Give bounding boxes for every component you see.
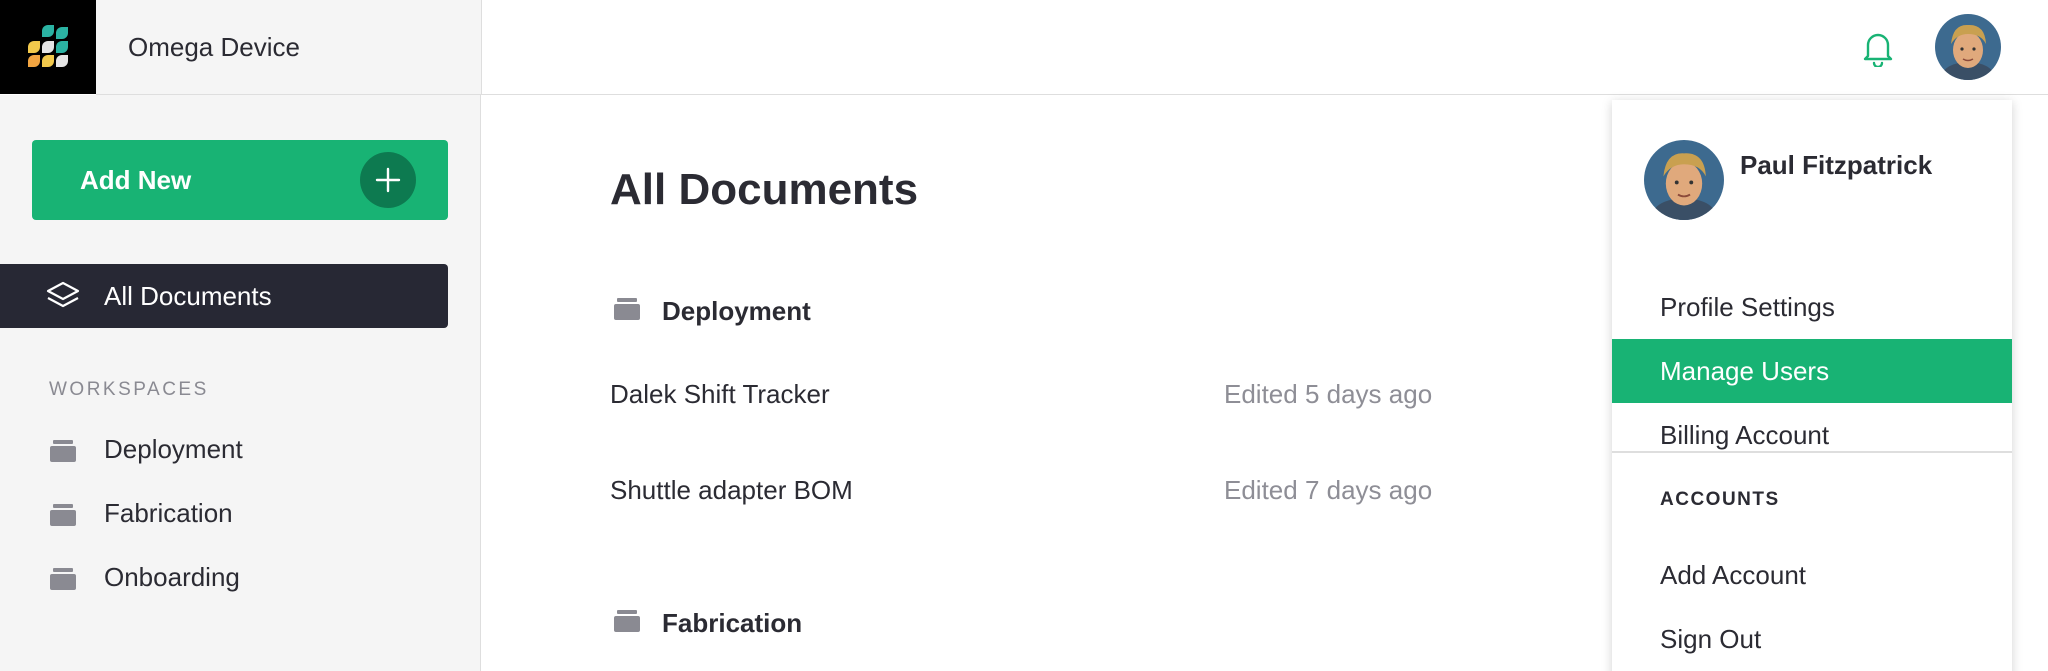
user-name: Paul Fitzpatrick: [1740, 150, 1933, 180]
document-row[interactable]: Dalek Shift Tracker Edited 5 days ago: [610, 374, 1470, 414]
logo-icon: [26, 25, 70, 69]
sidebar-item-all-documents[interactable]: All Documents: [0, 264, 448, 328]
menu-item-profile-settings[interactable]: Profile Settings: [1612, 275, 2012, 339]
menu-item-add-account[interactable]: Add Account: [1612, 543, 2012, 607]
plus-icon: [360, 152, 416, 208]
document-row[interactable]: Shuttle adapter BOM Edited 7 days ago: [610, 470, 1470, 510]
folder-icon: [50, 566, 76, 597]
menu-item-label: Add Account: [1660, 559, 1806, 590]
sidebar-item-label: Deployment: [104, 433, 243, 464]
menu-item-label: Profile Settings: [1660, 291, 1835, 322]
layers-icon: [46, 281, 80, 318]
folder-icon: [614, 296, 640, 327]
app-title: Omega Device: [96, 0, 481, 95]
sidebar-item-label: All Documents: [104, 280, 272, 311]
sidebar-item-onboarding[interactable]: Onboarding: [0, 553, 448, 601]
folder-icon: [50, 502, 76, 533]
group-header-deployment: Deployment: [610, 296, 811, 327]
page-title: All Documents: [610, 165, 919, 214]
document-name: Dalek Shift Tracker: [610, 378, 830, 409]
user-menu-dropdown: Paul Fitzpatrick Profile Settings Manage…: [1612, 100, 2012, 671]
sidebar-item-deployment[interactable]: Deployment: [0, 425, 448, 473]
sidebar-item-fabrication[interactable]: Fabrication: [0, 489, 448, 537]
group-header-fabrication: Fabrication: [610, 608, 802, 639]
folder-icon: [614, 608, 640, 639]
menu-item-manage-users[interactable]: Manage Users: [1612, 339, 2012, 403]
menu-item-label: Manage Users: [1660, 355, 1830, 386]
top-bar: [481, 0, 2048, 95]
document-name: Shuttle adapter BOM: [610, 474, 853, 505]
document-edited-time: Edited 7 days ago: [1224, 474, 1433, 505]
avatar: [1644, 140, 1724, 220]
workspaces-heading: WORKSPACES: [49, 379, 209, 400]
sidebar-item-label: Onboarding: [104, 561, 240, 592]
folder-icon: [50, 438, 76, 469]
accounts-heading: ACCOUNTS: [1660, 489, 1780, 510]
menu-item-label: Billing Account: [1660, 419, 1830, 450]
menu-item-billing-account[interactable]: Billing Account: [1612, 403, 2012, 467]
sidebar-item-label: Fabrication: [104, 497, 233, 528]
sidebar: Add New All Documents WORKSPACES Deploym…: [0, 95, 481, 671]
menu-item-sign-out[interactable]: Sign Out: [1612, 607, 2012, 671]
document-edited-time: Edited 5 days ago: [1224, 378, 1433, 409]
app-logo[interactable]: [0, 0, 96, 94]
group-title: Fabrication: [662, 608, 803, 638]
bell-icon[interactable]: [1858, 28, 1898, 68]
menu-item-label: Sign Out: [1660, 623, 1762, 654]
group-title: Deployment: [662, 296, 811, 326]
user-avatar[interactable]: [1935, 14, 2001, 80]
menu-divider: [1612, 451, 2012, 453]
add-new-button[interactable]: Add New: [32, 140, 448, 220]
add-new-label: Add New: [80, 164, 192, 195]
